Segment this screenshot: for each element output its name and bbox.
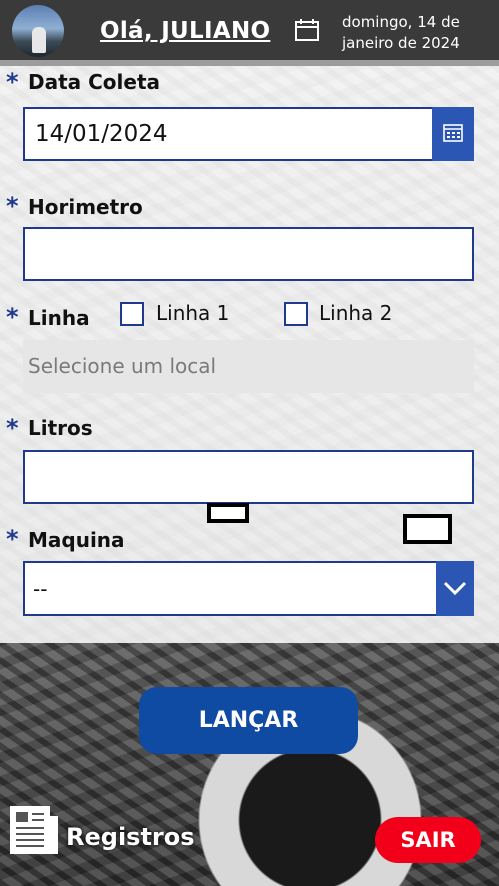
document-icon[interactable] bbox=[8, 804, 60, 856]
data-coleta-input[interactable]: 14/01/2024 bbox=[23, 107, 434, 161]
litros-label: Litros bbox=[28, 416, 93, 440]
chevron-down-icon bbox=[443, 581, 467, 596]
litros-input[interactable] bbox=[23, 450, 474, 504]
linha-2-checkbox[interactable] bbox=[284, 302, 308, 326]
calendar-icon bbox=[295, 19, 319, 41]
horimetro-label: Horimetro bbox=[28, 195, 143, 219]
header-date-line2: janeiro de 2024 bbox=[342, 34, 460, 52]
required-marker: * bbox=[6, 68, 19, 96]
greeting-title: Olá, JULIANO bbox=[100, 18, 271, 44]
header-date: domingo, 14 de janeiro de 2024 bbox=[342, 12, 492, 54]
registros-link[interactable]: Registros bbox=[66, 823, 195, 851]
linha-label: Linha bbox=[28, 306, 90, 330]
avatar bbox=[12, 5, 64, 57]
required-marker: * bbox=[6, 414, 19, 442]
required-marker: * bbox=[6, 192, 19, 220]
date-picker-icon bbox=[443, 124, 463, 142]
date-picker-button[interactable] bbox=[432, 107, 474, 161]
logout-button[interactable]: SAIR bbox=[375, 817, 481, 863]
data-coleta-label: Data Coleta bbox=[28, 70, 161, 94]
placeholder-box bbox=[207, 503, 249, 523]
linha-1-checkbox[interactable] bbox=[120, 302, 144, 326]
local-select[interactable]: Selecione um local bbox=[23, 340, 474, 393]
header-date-line1: domingo, 14 de bbox=[342, 13, 460, 31]
lancar-button[interactable]: LANÇAR bbox=[139, 687, 358, 754]
maquina-label: Maquina bbox=[28, 528, 125, 552]
required-marker: * bbox=[6, 303, 19, 331]
header-divider bbox=[0, 60, 499, 66]
linha-2-label: Linha 2 bbox=[319, 301, 393, 325]
maquina-dropdown[interactable]: -- bbox=[23, 561, 474, 616]
linha-1-label: Linha 1 bbox=[156, 301, 230, 325]
horimetro-input[interactable] bbox=[23, 227, 474, 281]
maquina-dropdown-button[interactable] bbox=[436, 561, 474, 616]
required-marker: * bbox=[6, 525, 19, 553]
placeholder-box bbox=[403, 514, 452, 544]
